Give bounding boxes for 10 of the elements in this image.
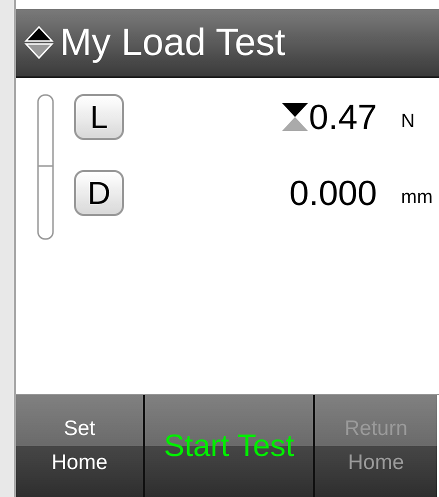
start-button[interactable]: Start Test [145, 395, 315, 497]
unit-label: mm [401, 186, 433, 208]
reading-value: 0.000 [289, 176, 377, 210]
command-button[interactable]: Set Home [16, 395, 145, 497]
channel-button[interactable]: L [74, 94, 124, 140]
window-title: My Load Test [60, 24, 286, 62]
channel-button[interactable]: D [74, 170, 124, 216]
reading-value: 0.47 [308, 100, 377, 134]
unit-label: N [401, 110, 415, 132]
sort-icon[interactable] [24, 24, 54, 60]
